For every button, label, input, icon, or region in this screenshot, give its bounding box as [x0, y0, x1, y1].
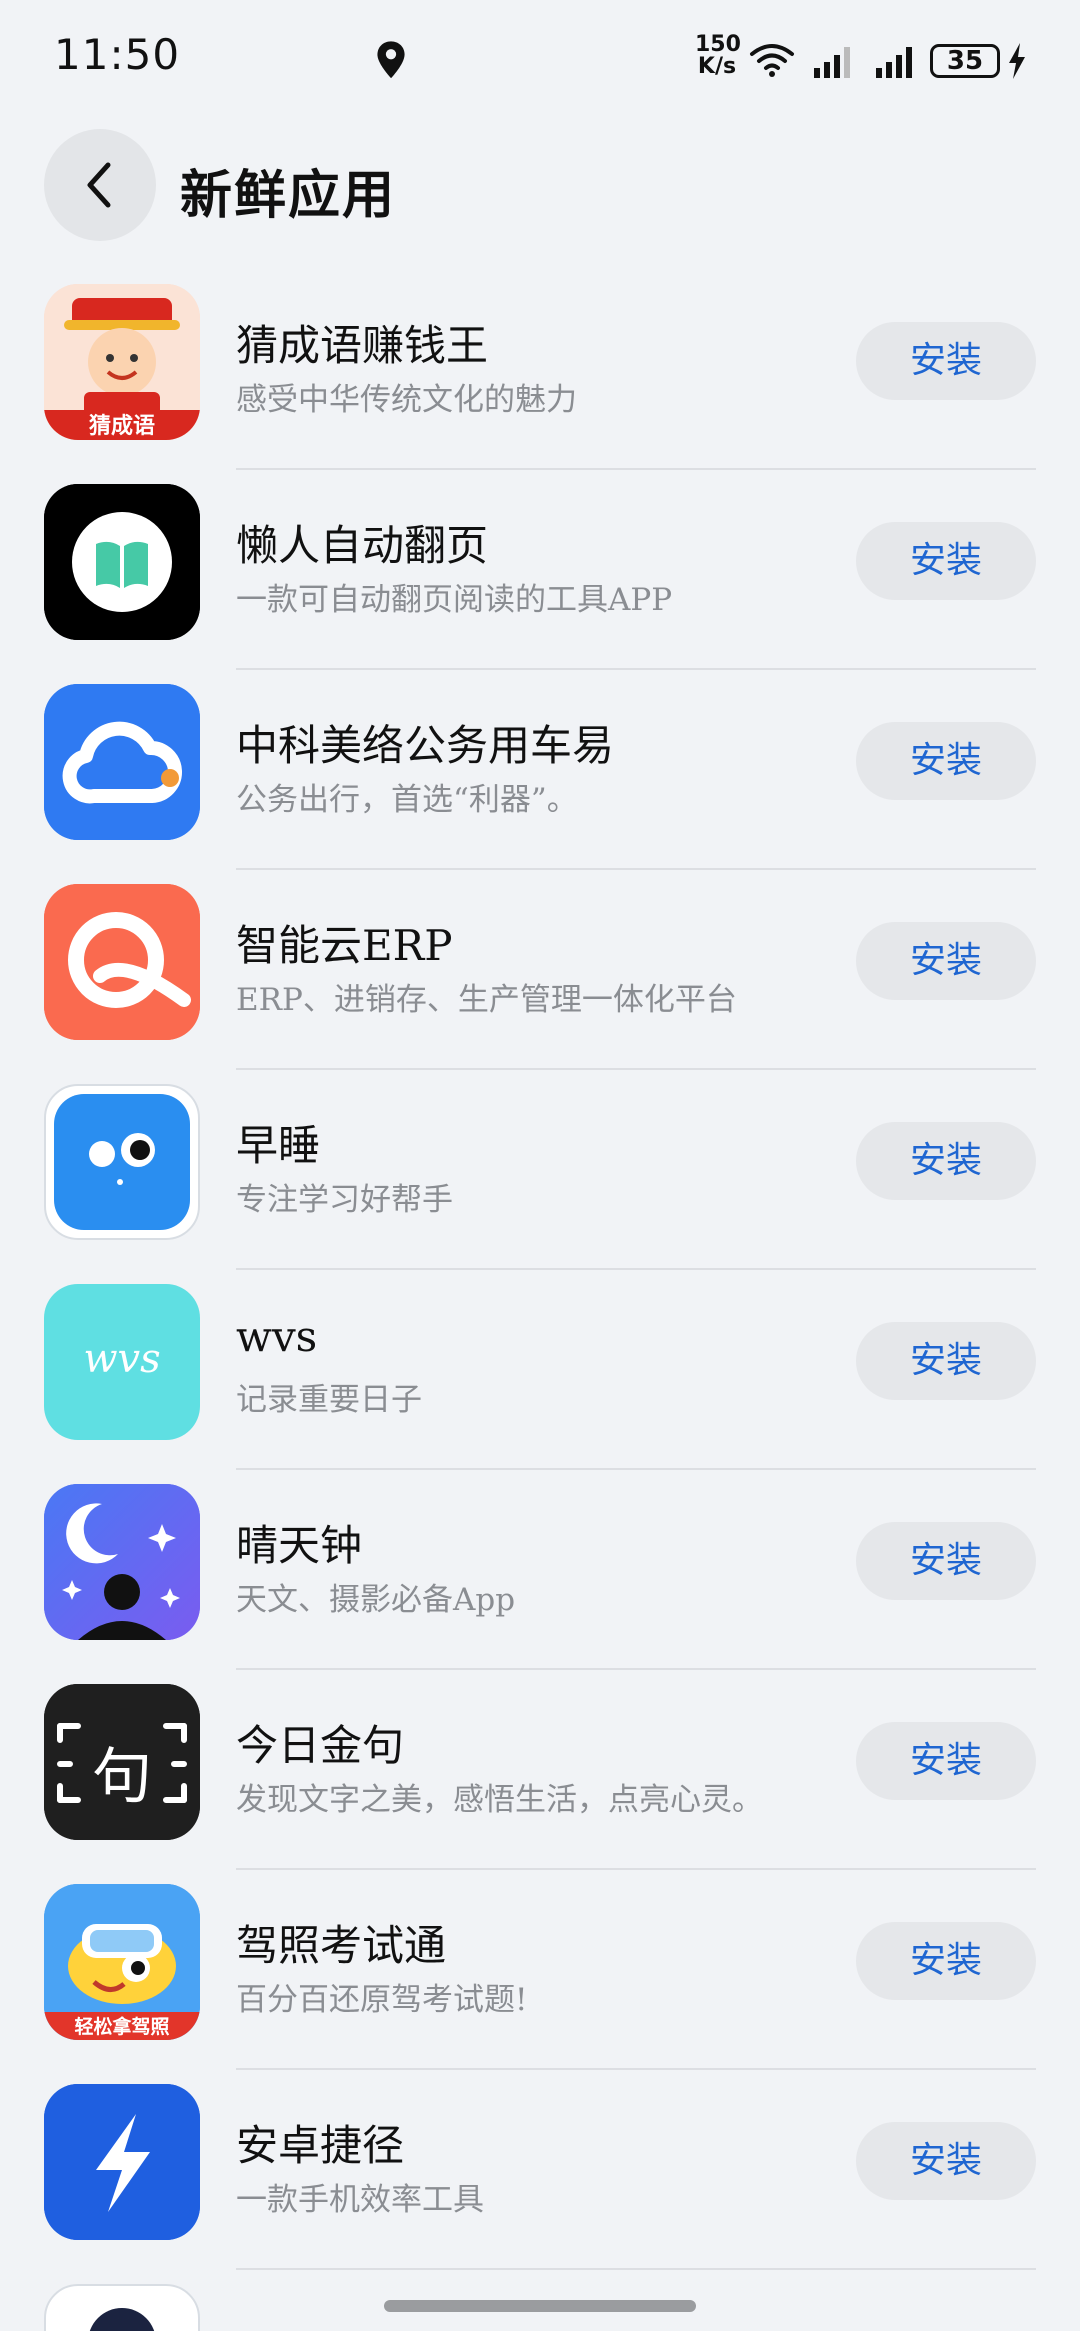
list-item[interactable]: 智能云ERP ERP、进销存、生产管理一体化平台 安装: [0, 870, 1080, 1070]
install-button[interactable]: 安装: [856, 1522, 1036, 1600]
app-name: 中科美络公务用车易: [236, 721, 615, 770]
app-name: 懒人自动翻页: [236, 521, 489, 570]
install-button[interactable]: 安装: [856, 922, 1036, 1000]
list-item[interactable]: 中科美络公务用车易 公务出行，首选“利器”。 安装: [0, 670, 1080, 870]
app-name: 晴天钟: [236, 1521, 363, 1570]
signal-icon-sim1: [814, 47, 850, 78]
book-icon: [44, 484, 200, 640]
app-icon-jiazhao: 轻松拿驾照: [44, 1884, 200, 2040]
battery-icon: 35: [930, 44, 1000, 78]
list-item[interactable]: wvs wvs 记录重要日子 安装: [0, 1270, 1080, 1470]
icon-label: 轻松拿驾照: [74, 2016, 170, 2038]
install-button[interactable]: 安装: [856, 322, 1036, 400]
list-item[interactable]: 晴天钟 天文、摄影必备App 安装: [0, 1470, 1080, 1670]
status-time: 11:50: [54, 30, 181, 79]
wifi-icon: [750, 44, 794, 77]
lightning-icon: [44, 2084, 200, 2240]
install-button[interactable]: 安装: [856, 1322, 1036, 1400]
app-description: 专注学习好帮手: [236, 1182, 453, 1218]
app-description: 百分百还原驾考试题!: [236, 1982, 528, 2018]
app-icon-partial: [44, 2284, 200, 2331]
app-description: 公务出行，首选“利器”。: [236, 782, 578, 818]
app-description: 天文、摄影必备App: [236, 1582, 516, 1618]
cloud-icon: [44, 684, 200, 840]
chevron-left-icon: [87, 162, 111, 208]
app-description: 一款手机效率工具: [236, 2182, 484, 2218]
status-bar: 11:50 150 K/s 35: [0, 0, 1080, 120]
install-button[interactable]: 安装: [856, 1922, 1036, 2000]
list-item[interactable]: 懒人自动翻页 一款可自动翻页阅读的工具APP 安装: [0, 470, 1080, 670]
page-title: 新鲜应用: [180, 166, 397, 226]
location-icon: [377, 41, 405, 79]
net-speed-unit: K/s: [697, 54, 737, 79]
erp-q-icon: [44, 884, 200, 1040]
app-description: 感受中华传统文化的魅力: [236, 382, 577, 418]
signal-icon-sim2: [876, 47, 912, 78]
net-speed: 150 K/s: [695, 32, 741, 79]
install-button[interactable]: 安装: [856, 1722, 1036, 1800]
list-item[interactable]: 早睡 专注学习好帮手 安装: [0, 1070, 1080, 1270]
list-item[interactable]: 轻松拿驾照 驾照考试通 百分百还原驾考试题! 安装: [0, 1870, 1080, 2070]
list-item[interactable]: 句 今日金句 发现文字之美，感悟生活，点亮心灵。 安装: [0, 1670, 1080, 1870]
app-name: 智能云ERP: [236, 921, 453, 970]
charging-icon: [1009, 43, 1025, 79]
app-description: 发现文字之美，感悟生活，点亮心灵。: [236, 1782, 763, 1818]
install-button[interactable]: 安装: [856, 722, 1036, 800]
app-description: 一款可自动翻页阅读的工具APP: [236, 582, 673, 618]
list-item[interactable]: 猜成语 猜成语赚钱王 感受中华传统文化的魅力 安装: [0, 270, 1080, 470]
icon-label: wvs: [83, 1336, 161, 1382]
back-button[interactable]: [44, 129, 156, 241]
app-name: 今日金句: [236, 1721, 405, 1770]
icon-label: 猜成语: [88, 414, 155, 439]
app-name: 早睡: [236, 1121, 321, 1170]
app-description: ERP、进销存、生产管理一体化平台: [236, 982, 737, 1018]
sleepy-face-icon: [44, 1084, 200, 1240]
app-name: 驾照考试通: [236, 1921, 447, 1970]
icon-label: 句: [92, 1742, 152, 1812]
moon-stargazer-icon: [44, 1484, 200, 1640]
install-button[interactable]: 安装: [856, 1122, 1036, 1200]
app-name: 安卓捷径: [236, 2121, 405, 2170]
app-icon-wvs: wvs: [44, 1284, 200, 1440]
home-indicator[interactable]: [384, 2300, 696, 2312]
net-speed-value: 150: [695, 32, 741, 57]
app-icon-jinrijinju: 句: [44, 1684, 200, 1840]
app-name: wvs: [236, 1312, 318, 1361]
app-name: 猜成语赚钱王: [236, 321, 489, 370]
app-description: 记录重要日子: [236, 1382, 422, 1418]
install-button[interactable]: 安装: [856, 522, 1036, 600]
app-icon-caichengyu: 猜成语: [44, 284, 200, 440]
header: 新鲜应用: [0, 125, 1080, 245]
list-item[interactable]: 安卓捷径 一款手机效率工具 安装: [0, 2070, 1080, 2270]
install-button[interactable]: 安装: [856, 2122, 1036, 2200]
